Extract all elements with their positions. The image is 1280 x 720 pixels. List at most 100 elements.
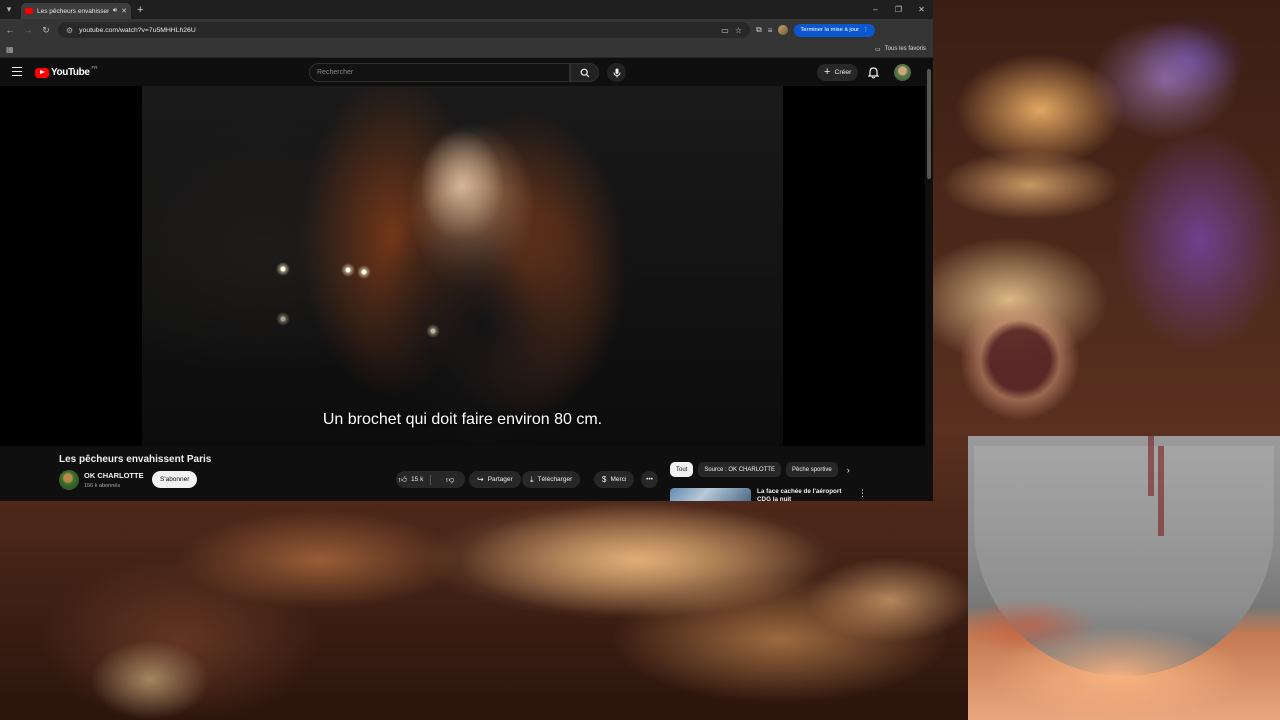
tunnel-light	[426, 324, 440, 338]
thanks-button[interactable]: $ Merci	[594, 471, 635, 488]
tab-bar: ▾ Les pêcheurs envahissent Paris - YouTu…	[0, 0, 933, 19]
share-button[interactable]: ↪ Partager	[469, 471, 521, 488]
microphone-icon	[613, 68, 620, 77]
all-bookmarks-label: Tous les favoris	[884, 46, 926, 52]
search-input[interactable]: Rechercher	[309, 63, 570, 82]
wallpaper-glow	[940, 150, 1120, 220]
recommended-title[interactable]: La face cachée de l'aéroport CDG la nuit	[757, 488, 847, 501]
cast-icon[interactable]: ▭	[721, 26, 729, 35]
youtube-logo[interactable]: YouTube FR	[35, 65, 98, 78]
share-label: Partager	[487, 476, 513, 483]
reload-icon[interactable]: ↻	[40, 25, 52, 36]
like-divider	[430, 474, 431, 485]
webcam-glow	[968, 586, 1280, 720]
notifications-bell-icon[interactable]	[867, 66, 880, 84]
page-scrollbar[interactable]	[927, 59, 931, 501]
tunnel-light	[341, 263, 355, 277]
like-button[interactable]: 👍︎ 15 k	[396, 471, 426, 488]
youtube-play-icon	[35, 67, 49, 78]
window-controls: – ❐ ✕	[864, 0, 933, 19]
webcam-streak	[1148, 436, 1154, 496]
thanks-label: Merci	[610, 476, 627, 483]
subscriber-count: 156 k abonnés	[84, 483, 121, 489]
search-icon	[580, 68, 589, 77]
wallpaper-glow	[1090, 20, 1240, 140]
tab-search-icon[interactable]: ▾	[0, 0, 18, 19]
download-button[interactable]: ⤓ Télécharger	[522, 471, 581, 488]
address-bar-row: ← → ↻ ⚙ youtube.com/watch?v=7u5MHHLh26U …	[0, 19, 933, 41]
youtube-favicon-icon	[25, 8, 33, 14]
youtube-logo-text: YouTube	[51, 67, 90, 78]
video-frame	[142, 86, 783, 446]
voice-search-button[interactable]	[607, 63, 626, 82]
tunnel-light	[276, 262, 290, 276]
kebab-menu-icon[interactable]: ⋮	[858, 488, 867, 499]
extensions-icon[interactable]: ⧉	[756, 25, 762, 35]
search-button[interactable]	[570, 63, 599, 82]
video-subtitle: Un brochet qui doit faire environ 80 cm.	[322, 411, 603, 428]
wallpaper-glow	[960, 300, 1080, 420]
profile-avatar[interactable]	[778, 25, 789, 35]
minimize-icon[interactable]: –	[864, 0, 887, 19]
site-info-icon[interactable]: ⚙	[66, 26, 73, 35]
youtube-page: YouTube FR Rechercher + Créer Un brochet…	[0, 59, 933, 501]
close-window-icon[interactable]: ✕	[910, 0, 933, 19]
country-code: FR	[91, 65, 98, 70]
kebab-menu-icon: ⋮	[863, 27, 869, 33]
webcam-streak	[1158, 446, 1164, 536]
search-placeholder: Rechercher	[317, 69, 354, 76]
chip-source[interactable]: Source : OK CHARLOTTE	[698, 462, 782, 477]
channel-avatar[interactable]	[59, 470, 79, 490]
close-tab-icon[interactable]: ✕	[121, 7, 127, 15]
plus-icon: +	[824, 66, 831, 78]
tunnel-light	[357, 265, 371, 279]
create-button[interactable]: + Créer	[817, 64, 859, 81]
recommended-thumbnail[interactable]	[670, 488, 751, 501]
webcam-overlay	[968, 436, 1280, 720]
channel-name[interactable]: OK CHARLOTTE	[84, 471, 144, 480]
super-thanks-icon: $	[602, 475, 607, 484]
chip-topic[interactable]: Pêche sportive	[786, 462, 838, 477]
recommended-video[interactable]: La face cachée de l'aéroport CDG la nuit	[670, 486, 870, 501]
url-text[interactable]: youtube.com/watch?v=7u5MHHLh26U	[79, 27, 196, 34]
wallpaper-glow	[420, 500, 840, 620]
all-bookmarks-button[interactable]: ▭ Tous les favoris	[875, 46, 926, 53]
video-player[interactable]: Un brochet qui doit faire environ 80 cm.	[0, 86, 925, 446]
apps-grid-icon[interactable]: ▦	[6, 45, 14, 54]
yt-header: YouTube FR Rechercher + Créer	[0, 59, 933, 86]
scrollbar-thumb[interactable]	[927, 69, 931, 179]
subscribe-label: S'abonner	[160, 476, 190, 483]
restore-icon[interactable]: ❐	[887, 0, 910, 19]
create-label: Créer	[834, 69, 852, 76]
more-actions-button[interactable]: •••	[641, 471, 658, 488]
thumbs-up-icon: 👍︎	[398, 474, 408, 484]
folder-icon: ▭	[874, 46, 881, 53]
browser-window: ▾ Les pêcheurs envahissent Paris - YouTu…	[0, 0, 933, 501]
video-title: Les pêcheurs envahissent Paris	[59, 454, 212, 465]
tab-title: Les pêcheurs envahissent Paris - YouTube	[37, 7, 109, 15]
media-control-icon[interactable]: ≡	[768, 26, 773, 35]
account-avatar[interactable]	[894, 64, 911, 81]
bookmark-star-icon[interactable]: ☆	[735, 26, 742, 35]
tab-active[interactable]: Les pêcheurs envahissent Paris - YouTube…	[21, 3, 131, 19]
speaker-icon[interactable]: 🔊︎	[113, 7, 117, 15]
forward-icon[interactable]: →	[22, 25, 34, 35]
recommendation-chips: Tout Source : OK CHARLOTTE Pêche sportiv…	[670, 462, 850, 477]
more-horizontal-icon: •••	[646, 476, 653, 483]
chip-all[interactable]: Tout	[670, 462, 694, 477]
update-button-label: Terminer la mise à jour	[800, 27, 860, 33]
chevron-right-icon[interactable]: ›	[847, 465, 850, 475]
hamburger-menu-icon[interactable]	[12, 67, 22, 76]
dislike-button[interactable]: 👎︎	[435, 471, 465, 488]
back-icon[interactable]: ←	[4, 25, 16, 35]
omnibox[interactable]: ⚙ youtube.com/watch?v=7u5MHHLh26U ▭ ☆	[58, 22, 750, 38]
thumbs-down-icon: 👎︎	[445, 474, 455, 484]
new-tab-icon[interactable]: +	[137, 4, 143, 16]
tunnel-light	[276, 312, 290, 326]
subscribe-button[interactable]: S'abonner	[152, 471, 198, 488]
like-dislike-group: 👍︎ 15 k 👎︎	[396, 471, 465, 488]
download-icon: ⤓	[530, 474, 534, 484]
wallpaper-glow	[90, 640, 210, 720]
bookmarks-bar: ▦ ▭ Tous les favoris	[0, 41, 933, 58]
update-button[interactable]: Terminer la mise à jour ⋮	[794, 23, 875, 37]
